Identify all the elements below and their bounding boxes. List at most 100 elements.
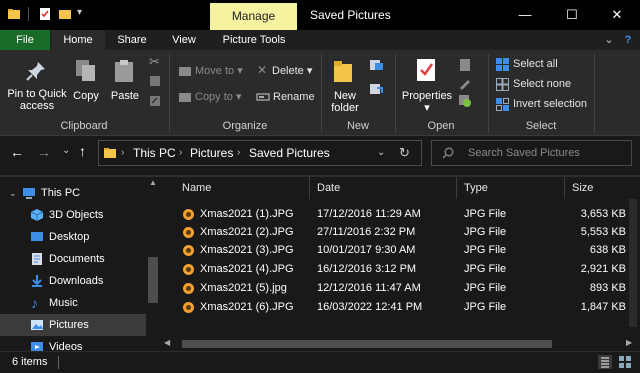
recent-locations-icon[interactable]: ⌄	[62, 145, 70, 156]
paste-button[interactable]: Paste	[108, 90, 142, 102]
copy-button[interactable]: Copy	[70, 90, 102, 102]
back-icon[interactable]: ←	[10, 144, 24, 160]
column-header-type[interactable]: Type	[464, 177, 488, 199]
close-button[interactable]: ✕	[594, 0, 640, 30]
forward-icon[interactable]: →	[37, 144, 51, 160]
edit-icon[interactable]	[458, 76, 472, 90]
move-to-button[interactable]: Move to ▾	[195, 62, 243, 80]
scroll-up-icon[interactable]: ▲	[149, 178, 157, 187]
breadcrumb-this-pc[interactable]: This PC	[133, 141, 176, 165]
column-header-size[interactable]: Size	[572, 177, 593, 199]
easy-access-icon[interactable]	[368, 82, 386, 96]
file-row[interactable]: Xmas2021 (6).JPG 16/03/2022 12:41 PM JPG…	[160, 298, 630, 317]
search-input[interactable]: Search Saved Pictures	[431, 140, 632, 166]
quick-access-dropdown-icon[interactable]: ▾	[77, 7, 82, 18]
new-folder-button[interactable]: New folder	[326, 90, 364, 114]
open-icon[interactable]	[458, 58, 472, 72]
address-dropdown-icon[interactable]: ⌄	[377, 141, 385, 165]
file-row[interactable]: Xmas2021 (4).JPG 16/12/2016 3:12 PM JPG …	[160, 260, 630, 279]
manage-tab[interactable]: Manage	[210, 3, 297, 30]
invert-selection-button[interactable]: Invert selection	[513, 95, 587, 113]
file-name: Xmas2021 (5).jpg	[200, 282, 287, 294]
file-list-horizontal-scrollbar[interactable]: ◀ ▶	[160, 337, 640, 351]
nav-label: Music	[49, 297, 78, 309]
nav-item-this-pc[interactable]: ⌄ This PC	[0, 182, 146, 204]
tab-picture-tools[interactable]: Picture Tools	[214, 30, 294, 50]
properties-button[interactable]: Properties ▾	[400, 90, 454, 114]
horizontal-scroll-thumb[interactable]	[182, 340, 552, 348]
details-view-icon[interactable]	[598, 355, 612, 369]
jpg-file-icon	[183, 302, 194, 313]
column-header-date[interactable]: Date	[317, 177, 340, 199]
breadcrumb-pictures[interactable]: Pictures	[190, 141, 233, 165]
tab-home[interactable]: Home	[51, 30, 105, 50]
vertical-scroll-track[interactable]	[629, 199, 637, 327]
select-none-button[interactable]: Select none	[513, 75, 571, 93]
file-list-vertical-scrollbar[interactable]	[626, 199, 640, 337]
nav-scrollbar[interactable]: ▲	[146, 177, 160, 351]
pin-quick-access-button[interactable]: Pin to Quick access	[4, 88, 70, 112]
nav-scroll-thumb[interactable]	[148, 257, 158, 303]
paste-shortcut-icon[interactable]	[149, 95, 161, 107]
column-header-name[interactable]: Name	[182, 177, 211, 199]
navigation-pane: ⌄ This PC 3D Objects Desktop Documents D…	[0, 177, 160, 351]
refresh-icon[interactable]: ↻	[399, 141, 410, 165]
file-size: 3,653 KB	[580, 208, 626, 220]
music-icon: ♪	[31, 295, 38, 311]
ribbon: Pin to Quick access Copy Paste ✂ Clipboa…	[0, 50, 640, 136]
tab-file[interactable]: File	[0, 30, 50, 50]
help-icon[interactable]: ?	[620, 30, 636, 50]
new-item-icon[interactable]	[368, 58, 386, 72]
document-icon	[32, 253, 42, 265]
file-name: Xmas2021 (1).JPG	[200, 208, 294, 220]
jpg-file-icon	[183, 264, 194, 275]
scroll-left-icon[interactable]: ◀	[164, 338, 170, 347]
copy-to-button[interactable]: Copy to ▾	[195, 88, 242, 106]
pin-icon	[26, 62, 45, 81]
delete-button[interactable]: Delete ▾	[272, 62, 312, 80]
select-all-button[interactable]: Select all	[513, 55, 558, 73]
nav-item-videos[interactable]: Videos	[0, 336, 146, 351]
file-size: 1,847 KB	[580, 301, 626, 313]
file-type: JPG File	[464, 244, 507, 256]
rename-icon	[256, 93, 270, 101]
minimize-button[interactable]: —	[502, 0, 548, 30]
properties-check-icon[interactable]	[38, 7, 52, 21]
tab-share[interactable]: Share	[112, 30, 152, 50]
breadcrumb-separator[interactable]: ›	[121, 141, 124, 165]
ribbon-tabs: File Home Share View Picture Tools ⌄ ?	[0, 30, 640, 50]
large-icons-view-icon[interactable]	[618, 355, 632, 369]
breadcrumb-saved-pictures[interactable]: Saved Pictures	[249, 141, 330, 165]
copy-path-icon[interactable]	[149, 75, 161, 87]
new-group-label: New	[346, 120, 369, 132]
file-size: 5,553 KB	[580, 226, 626, 238]
breadcrumb-separator[interactable]: ›	[179, 141, 182, 165]
scroll-right-icon[interactable]: ▶	[626, 338, 632, 347]
file-row[interactable]: Xmas2021 (3).JPG 10/01/2017 9:30 AM JPG …	[160, 241, 630, 260]
new-folder-icon	[334, 61, 352, 82]
file-row[interactable]: Xmas2021 (1).JPG 17/12/2016 11:29 AM JPG…	[160, 205, 630, 224]
window-title: Saved Pictures	[310, 8, 391, 22]
history-icon[interactable]	[458, 94, 472, 108]
nav-item-pictures[interactable]: Pictures	[0, 314, 146, 336]
file-name: Xmas2021 (6).JPG	[200, 301, 294, 313]
file-row[interactable]: Xmas2021 (5).jpg 12/12/2016 11:47 AM JPG…	[160, 279, 630, 298]
file-row[interactable]: Xmas2021 (2).JPG 27/11/2016 2:32 PM JPG …	[160, 223, 630, 242]
address-bar[interactable]: › This PC › Pictures › Saved Pictures ⌄ …	[98, 140, 422, 166]
cube-icon	[30, 209, 44, 221]
chevron-down-icon[interactable]: ⌄	[9, 182, 17, 204]
nav-item-3d-objects[interactable]: 3D Objects	[0, 204, 146, 226]
up-icon[interactable]: ↑	[79, 143, 86, 159]
collapse-ribbon-icon[interactable]: ⌄	[602, 30, 616, 50]
nav-item-desktop[interactable]: Desktop	[0, 226, 146, 248]
breadcrumb-separator[interactable]: ›	[237, 141, 240, 165]
nav-item-documents[interactable]: Documents	[0, 248, 146, 270]
rename-button[interactable]: Rename	[273, 88, 315, 106]
file-date: 17/12/2016 11:29 AM	[317, 208, 421, 220]
new-folder-quick-icon[interactable]	[58, 7, 72, 21]
nav-item-downloads[interactable]: Downloads	[0, 270, 146, 292]
maximize-button[interactable]: ☐	[549, 0, 595, 30]
nav-item-music[interactable]: ♪ Music	[0, 292, 146, 314]
tab-view[interactable]: View	[162, 30, 206, 50]
cut-icon[interactable]: ✂	[149, 54, 160, 70]
